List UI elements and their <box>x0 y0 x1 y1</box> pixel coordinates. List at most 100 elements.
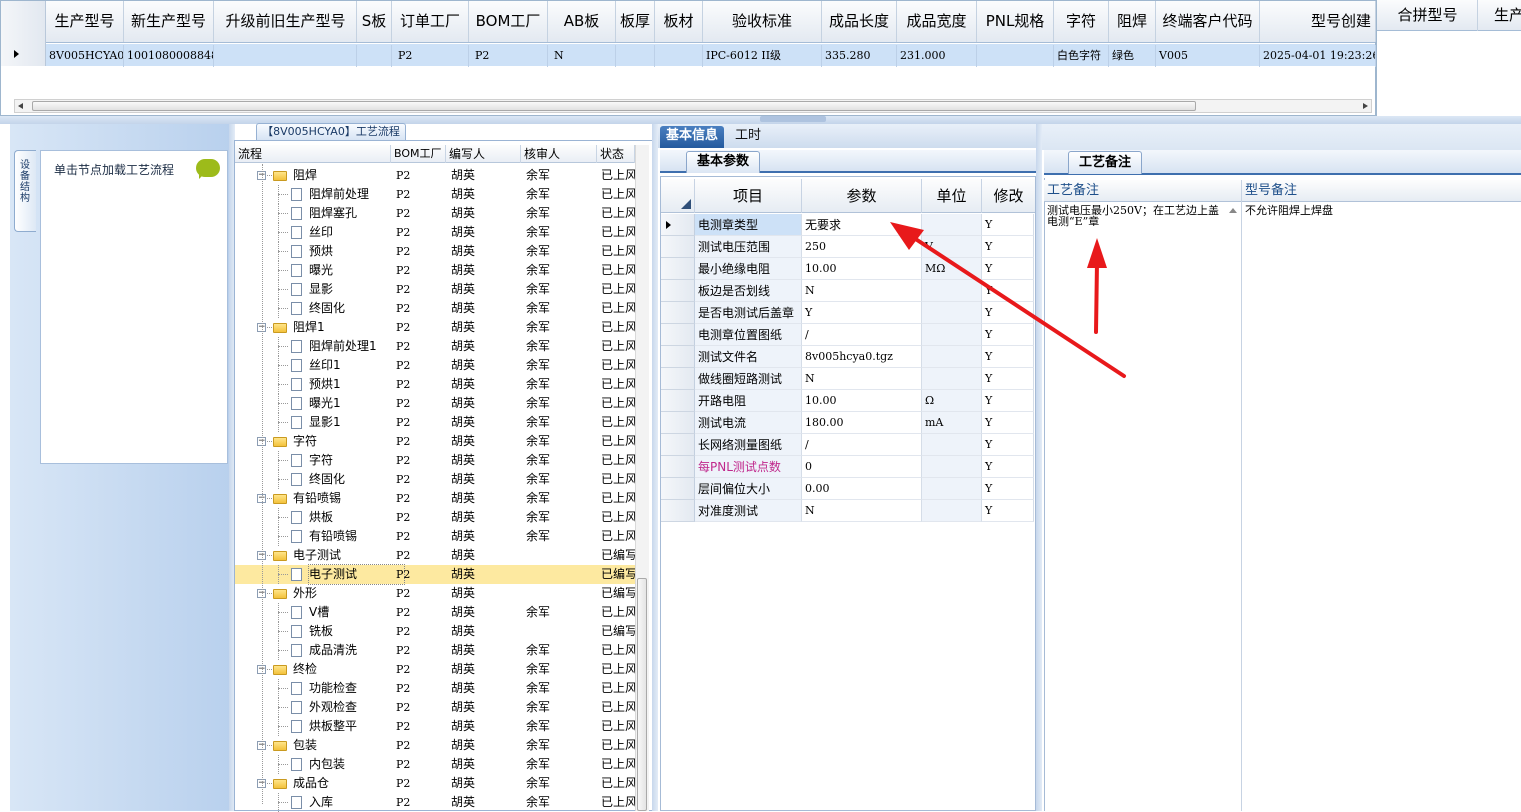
model-cell-10[interactable]: 335.280 <box>822 45 897 67</box>
param-cell-unit[interactable] <box>922 500 982 522</box>
params-header-item[interactable]: 项目 <box>695 179 802 213</box>
splitter-grip-icon[interactable] <box>760 116 826 122</box>
param-row-header[interactable] <box>661 368 695 390</box>
param-cell-unit[interactable]: mA <box>922 412 982 434</box>
model-header-7[interactable]: 板厚 <box>616 1 655 42</box>
model-cell-2[interactable] <box>215 45 357 67</box>
model-cell-5[interactable]: P2 <box>469 45 548 67</box>
param-cell-param[interactable]: 8v005hcya0.tgz <box>802 346 922 368</box>
param-row-header[interactable] <box>661 412 695 434</box>
model-header-9[interactable]: 验收标准 <box>703 1 822 42</box>
param-cell-param[interactable]: N <box>802 280 922 302</box>
model-header-3[interactable]: S板 <box>357 1 392 42</box>
param-cell-param[interactable]: 0.00 <box>802 478 922 500</box>
model-header-14[interactable]: 阻焊 <box>1109 1 1156 42</box>
param-cell-mod[interactable]: Y <box>982 280 1034 302</box>
model-cell-6[interactable]: N <box>548 45 616 67</box>
param-row-header[interactable] <box>661 280 695 302</box>
param-cell-param[interactable]: 250 <box>802 236 922 258</box>
model-cell-0[interactable]: 8V005HCYA0 <box>46 45 124 67</box>
param-cell-mod[interactable]: Y <box>982 434 1034 456</box>
model-header-6[interactable]: AB板 <box>548 1 616 42</box>
param-cell-mod[interactable]: Y <box>982 412 1034 434</box>
model-cell-3[interactable] <box>357 45 392 67</box>
params-header-modify[interactable]: 修改 <box>982 179 1035 213</box>
tree-scroll-thumb[interactable] <box>637 578 647 811</box>
param-cell-mod[interactable]: Y <box>982 324 1034 346</box>
tree-header-writer[interactable]: 编写人 <box>446 145 521 163</box>
middle-splitter[interactable] <box>652 124 658 811</box>
model-header-4[interactable]: 订单工厂 <box>392 1 469 42</box>
model-header-5[interactable]: BOM工厂 <box>469 1 548 42</box>
params-header-unit[interactable]: 单位 <box>922 179 982 213</box>
tab-basic-params[interactable]: 基本参数 <box>686 151 760 173</box>
scroll-left-icon[interactable] <box>18 103 23 109</box>
model-header-12[interactable]: PNL规格 <box>977 1 1054 42</box>
param-cell-param[interactable]: 180.00 <box>802 412 922 434</box>
model-header-1[interactable]: 新生产型号 <box>124 1 214 42</box>
model-note-text[interactable]: 不允许阻焊上焊盘 <box>1245 205 1505 216</box>
tree-header-flow[interactable]: 流程 <box>235 145 391 163</box>
param-row-header[interactable] <box>661 434 695 456</box>
tab-work-hours[interactable]: 工时 <box>728 126 768 148</box>
tab-basic-info[interactable]: 基本信息 <box>660 126 724 148</box>
param-cell-mod[interactable]: Y <box>982 368 1034 390</box>
param-cell-unit[interactable] <box>922 280 982 302</box>
param-cell-param[interactable]: / <box>802 324 922 346</box>
model-header-2[interactable]: 升级前旧生产型号 <box>215 1 357 42</box>
model-header-10[interactable]: 成品长度 <box>822 1 897 42</box>
model-cell-7[interactable] <box>616 45 655 67</box>
model-cell-9[interactable]: IPC-6012 II级 <box>703 45 822 67</box>
param-row-header[interactable] <box>661 236 695 258</box>
param-cell-param[interactable]: 无要求 <box>802 214 922 236</box>
tree-header-bom[interactable]: BOM工厂 <box>391 145 446 163</box>
param-cell-mod[interactable]: Y <box>982 258 1034 280</box>
model-header-13[interactable]: 字符 <box>1054 1 1109 42</box>
notes-header-model[interactable]: 型号备注 <box>1242 180 1521 202</box>
model-cell-8[interactable] <box>655 45 703 67</box>
tree-header-status[interactable]: 状态 <box>597 145 635 163</box>
notes-header-process[interactable]: 工艺备注 <box>1044 180 1242 202</box>
model-cell-14[interactable]: 绿色 <box>1109 45 1156 67</box>
tab-process-notes[interactable]: 工艺备注 <box>1068 151 1142 174</box>
param-cell-param[interactable]: 0 <box>802 456 922 478</box>
model-cell-4[interactable]: P2 <box>392 45 469 67</box>
param-cell-param[interactable]: Y <box>802 302 922 324</box>
process-note-text[interactable]: 测试电压最小250V；在工艺边上盖电测“E”章 <box>1047 205 1225 227</box>
param-row-header[interactable] <box>661 456 695 478</box>
model-cell-11[interactable]: 231.000 <box>897 45 977 67</box>
model-cell-12[interactable] <box>977 45 1054 67</box>
param-cell-unit[interactable] <box>922 456 982 478</box>
param-row-header[interactable] <box>661 302 695 324</box>
model-header-8[interactable]: 板材 <box>655 1 703 42</box>
param-row-header[interactable] <box>661 324 695 346</box>
model-cell-15[interactable]: V005 <box>1156 45 1260 67</box>
param-row-header[interactable] <box>661 478 695 500</box>
param-cell-param[interactable]: N <box>802 500 922 522</box>
model-header-11[interactable]: 成品宽度 <box>897 1 977 42</box>
param-row-header[interactable] <box>661 346 695 368</box>
param-cell-unit[interactable] <box>922 434 982 456</box>
param-cell-unit[interactable]: V <box>922 236 982 258</box>
horizontal-scroll-thumb[interactable] <box>32 101 1196 111</box>
note-scroll-up-icon[interactable] <box>1229 208 1237 213</box>
param-cell-param[interactable]: 10.00 <box>802 390 922 412</box>
param-cell-mod[interactable]: Y <box>982 456 1034 478</box>
tree-header-checker[interactable]: 核审人 <box>521 145 597 163</box>
param-row-header[interactable] <box>661 390 695 412</box>
param-cell-mod[interactable]: Y <box>982 236 1034 258</box>
model-header-15[interactable]: 终端客户代码 <box>1156 1 1260 42</box>
param-cell-unit[interactable] <box>922 324 982 346</box>
model-header-0[interactable]: 生产型号 <box>46 1 124 42</box>
right-splitter[interactable] <box>1036 124 1042 811</box>
model-cell-1[interactable]: 10010800088484 <box>124 45 214 67</box>
param-cell-mod[interactable]: Y <box>982 390 1034 412</box>
param-row-header[interactable] <box>661 500 695 522</box>
params-header-param[interactable]: 参数 <box>802 179 922 213</box>
param-cell-unit[interactable] <box>922 214 982 236</box>
param-cell-mod[interactable]: Y <box>982 214 1034 236</box>
param-cell-unit[interactable]: MΩ <box>922 258 982 280</box>
model-cell-16[interactable]: 2025-04-01 19:23:26 <box>1260 45 1376 67</box>
model-header-16[interactable]: 型号创建 <box>1260 1 1376 42</box>
param-cell-param[interactable]: 10.00 <box>802 258 922 280</box>
